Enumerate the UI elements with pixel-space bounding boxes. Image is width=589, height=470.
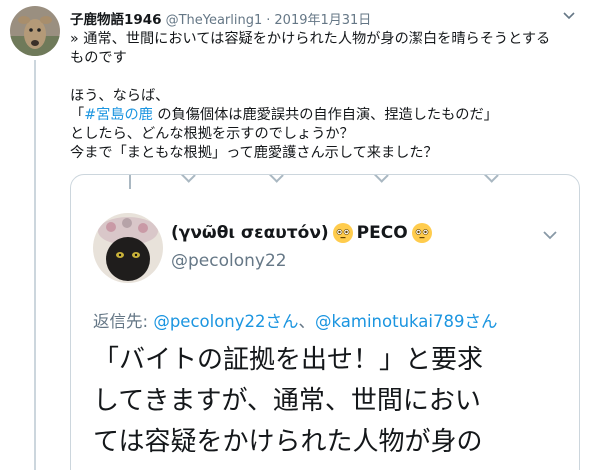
cropped-icon (483, 175, 499, 183)
tweet-line: ものです (70, 50, 127, 66)
thread-line (34, 60, 36, 470)
embedded-text-line: 「バイトの証拠を出せ！」と要求 (93, 345, 484, 375)
reply-to-line: 返信先: @pecolony22さん、@kaminotukai789さん (93, 308, 497, 332)
tweet-line-rest: の負傷個体は鹿愛誤共の自作自演、捏造したものだ」 (152, 107, 498, 123)
embedded-author-handle: @pecolony22 (171, 251, 287, 271)
cropped-icon (268, 175, 284, 183)
author-name[interactable]: 子鹿物語1946 (70, 8, 162, 28)
deer-avatar-image (10, 6, 60, 56)
quote-open: 「 (70, 107, 85, 123)
tweet-line: 「#宮島の鹿 の負傷個体は鹿愛誤共の自作自演、捏造したものだ」 (70, 106, 580, 125)
embedded-image-card[interactable]: (γνῶθι σεαυτόν) PECO @pecolony22 返信先: @p… (70, 174, 580, 470)
cropped-bar (129, 175, 131, 189)
tweet-date[interactable]: 2019年1月31日 (274, 9, 371, 28)
cropped-icon (180, 175, 196, 183)
cropped-icon (373, 175, 389, 183)
author-avatar[interactable] (10, 6, 60, 56)
flushed-face-icon (411, 223, 432, 243)
tweet: 子鹿物語1946 @TheYearling1 · 2019年1月31日 » 通常… (0, 0, 589, 470)
cropped-action-icons (71, 175, 579, 185)
embedded-author-name: (γνῶθι σεαυτόν) PECO (171, 222, 436, 244)
reply-separator: 、 (298, 312, 316, 331)
tweet-line: ほう、ならば、 (70, 88, 170, 104)
cat-avatar-image (93, 213, 163, 283)
chevron-down-icon (543, 231, 557, 240)
mention-link: @pecolony22さん (153, 312, 299, 331)
embedded-avatar (93, 213, 163, 283)
embedded-name-text: (γνῶθι σεαυτόν) (171, 223, 329, 243)
tweet-line: » 通常、世間においては容疑をかけられた人物が身の潔白を晴らそうとする (70, 31, 551, 47)
embedded-name-text: PECO (356, 223, 408, 243)
tweet-text: » 通常、世間においては容疑をかけられた人物が身の潔白を晴らそうとする ものです… (70, 30, 580, 163)
tweet-line: 今まで「まともな根拠」って鹿愛護さん示して来ました？ (70, 145, 438, 161)
embedded-text-line: ては容疑をかけられた人物が身の (93, 427, 483, 457)
embedded-tweet-text: 「バイトの証拠を出せ！」と要求 してきますが、通常、世間におい ては容疑をかけら… (93, 340, 573, 463)
separator-dot: · (266, 13, 271, 28)
reply-prefix: 返信先: (93, 312, 154, 331)
tweet-line: としたら、どんな根拠を示すのでしょうか？ (70, 126, 354, 142)
hashtag-link[interactable]: #宮島の鹿 (84, 107, 153, 123)
author-handle[interactable]: @TheYearling1 (166, 13, 263, 28)
mention-link: @kaminotukai789さん (315, 312, 498, 331)
chevron-down-icon[interactable] (561, 10, 577, 22)
tweet-header: 子鹿物語1946 @TheYearling1 · 2019年1月31日 (70, 8, 371, 28)
embedded-text-line: してきますが、通常、世間におい (93, 386, 481, 416)
flushed-face-icon (332, 223, 353, 243)
